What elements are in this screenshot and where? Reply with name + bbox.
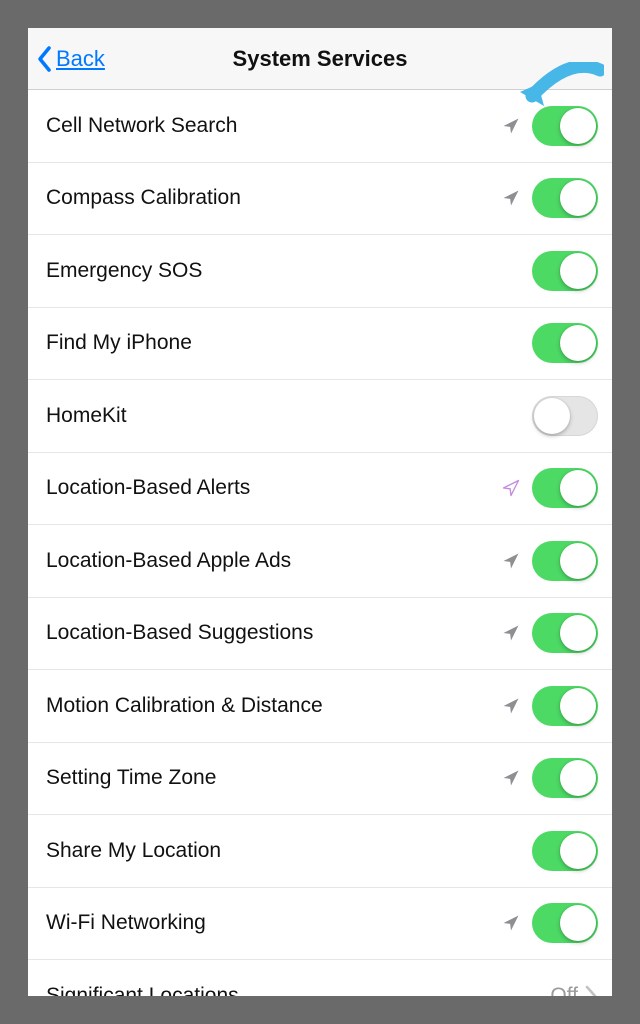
row-setting-time-zone: Setting Time Zone bbox=[28, 743, 612, 816]
location-arrow-icon bbox=[500, 550, 522, 572]
toggle-wifi-networking[interactable] bbox=[532, 903, 598, 943]
toggle-knob bbox=[560, 615, 596, 651]
toggle-find-my-iphone[interactable] bbox=[532, 323, 598, 363]
toggle-location-based-alerts[interactable] bbox=[532, 468, 598, 508]
row-label: Motion Calibration & Distance bbox=[46, 694, 500, 718]
toggle-setting-time-zone[interactable] bbox=[532, 758, 598, 798]
toggle-knob bbox=[560, 905, 596, 941]
nav-bar: Back System Services bbox=[28, 28, 612, 90]
row-label: Emergency SOS bbox=[46, 259, 532, 283]
toggle-knob bbox=[560, 688, 596, 724]
back-button[interactable]: Back bbox=[36, 45, 105, 73]
toggle-knob bbox=[560, 470, 596, 506]
toggle-homekit[interactable] bbox=[532, 396, 598, 436]
toggle-cell-network-search[interactable] bbox=[532, 106, 598, 146]
toggle-compass-calibration[interactable] bbox=[532, 178, 598, 218]
row-location-based-suggestions: Location-Based Suggestions bbox=[28, 598, 612, 671]
toggle-knob bbox=[560, 833, 596, 869]
row-significant-locations[interactable]: Significant LocationsOff bbox=[28, 960, 612, 996]
back-label: Back bbox=[56, 46, 105, 72]
row-location-based-alerts: Location-Based Alerts bbox=[28, 453, 612, 526]
toggle-motion-calibration-distance[interactable] bbox=[532, 686, 598, 726]
row-motion-calibration-distance: Motion Calibration & Distance bbox=[28, 670, 612, 743]
settings-screen: Back System Services Cell Network Search… bbox=[28, 28, 612, 996]
location-arrow-icon bbox=[500, 767, 522, 789]
row-label: Find My iPhone bbox=[46, 331, 532, 355]
location-arrow-icon bbox=[500, 187, 522, 209]
location-arrow-icon bbox=[500, 695, 522, 717]
location-arrow-icon bbox=[500, 477, 522, 499]
row-label: Compass Calibration bbox=[46, 186, 500, 210]
toggle-knob bbox=[560, 325, 596, 361]
toggle-knob bbox=[560, 253, 596, 289]
row-label: HomeKit bbox=[46, 404, 532, 428]
row-value: Off bbox=[550, 984, 578, 996]
location-arrow-icon bbox=[500, 115, 522, 137]
row-compass-calibration: Compass Calibration bbox=[28, 163, 612, 236]
toggle-location-based-suggestions[interactable] bbox=[532, 613, 598, 653]
row-location-based-apple-ads: Location-Based Apple Ads bbox=[28, 525, 612, 598]
row-find-my-iphone: Find My iPhone bbox=[28, 308, 612, 381]
toggle-knob bbox=[560, 180, 596, 216]
row-cell-network-search: Cell Network Search bbox=[28, 90, 612, 163]
chevron-left-icon bbox=[36, 45, 54, 73]
row-label: Location-Based Alerts bbox=[46, 476, 500, 500]
toggle-share-my-location[interactable] bbox=[532, 831, 598, 871]
toggle-knob bbox=[560, 760, 596, 796]
row-label: Cell Network Search bbox=[46, 114, 500, 138]
location-arrow-icon bbox=[500, 912, 522, 934]
row-label: Wi-Fi Networking bbox=[46, 911, 500, 935]
row-label: Location-Based Suggestions bbox=[46, 621, 500, 645]
toggle-knob bbox=[560, 543, 596, 579]
row-label: Setting Time Zone bbox=[46, 766, 500, 790]
row-label: Share My Location bbox=[46, 839, 532, 863]
row-label: Location-Based Apple Ads bbox=[46, 549, 500, 573]
toggle-knob bbox=[560, 108, 596, 144]
location-arrow-icon bbox=[500, 622, 522, 644]
chevron-right-icon bbox=[584, 985, 598, 996]
page-title: System Services bbox=[28, 46, 612, 72]
row-homekit: HomeKit bbox=[28, 380, 612, 453]
toggle-location-based-apple-ads[interactable] bbox=[532, 541, 598, 581]
toggle-knob bbox=[534, 398, 570, 434]
row-emergency-sos: Emergency SOS bbox=[28, 235, 612, 308]
row-wifi-networking: Wi-Fi Networking bbox=[28, 888, 612, 961]
row-label: Significant Locations bbox=[46, 984, 550, 996]
toggle-emergency-sos[interactable] bbox=[532, 251, 598, 291]
row-share-my-location: Share My Location bbox=[28, 815, 612, 888]
settings-list: Cell Network Search Compass Calibration Em… bbox=[28, 90, 612, 996]
